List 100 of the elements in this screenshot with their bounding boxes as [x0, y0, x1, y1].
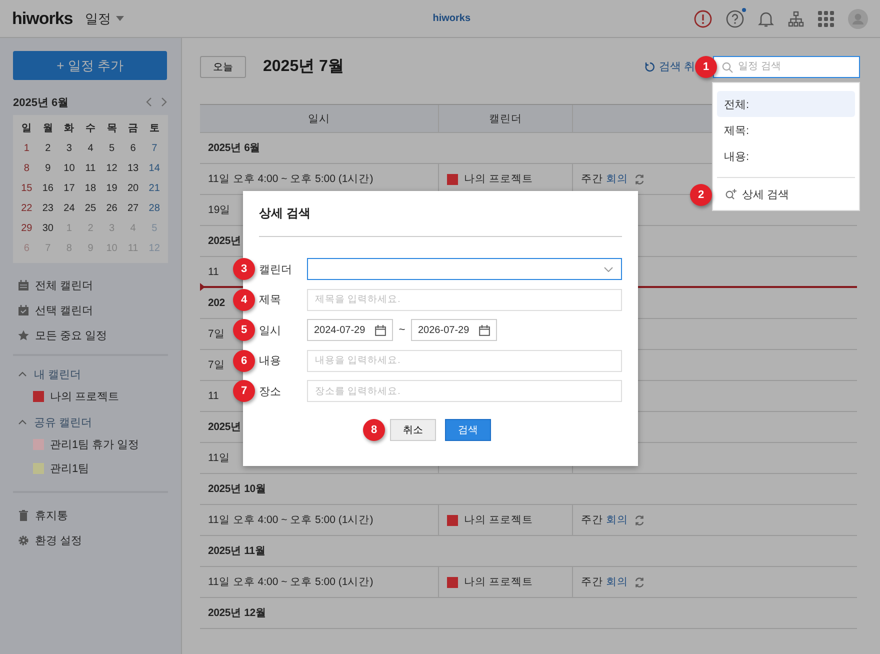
calendar-name: 나의 프로젝트 — [464, 575, 533, 589]
text-input[interactable]: 내용을 입력하세요. — [307, 350, 622, 372]
calendar-day[interactable]: 17 — [58, 179, 80, 199]
calendar-day[interactable]: 2 — [37, 139, 59, 159]
calendar-day[interactable]: 11 — [80, 159, 102, 179]
calendar-item[interactable]: 나의 프로젝트 — [13, 384, 168, 408]
calendar-day[interactable]: 24 — [58, 199, 80, 219]
calendar-day[interactable]: 21 — [144, 179, 165, 199]
calendar-day[interactable]: 7 — [144, 139, 165, 159]
calendar-check-icon — [18, 305, 29, 316]
help-icon[interactable] — [726, 10, 744, 28]
step-badge: 7 — [233, 380, 255, 402]
section-title: 공유 캘린더 — [34, 416, 92, 430]
field-label: 장소 — [259, 384, 282, 398]
calendar-day[interactable]: 16 — [37, 179, 59, 199]
event-title[interactable]: 주간 회의 — [581, 172, 628, 186]
section-header[interactable]: 내 캘린더 — [13, 364, 168, 384]
weekday-label: 일 — [20, 122, 33, 136]
calendar-day[interactable]: 22 — [16, 199, 38, 219]
calendar-day[interactable]: 23 — [37, 199, 59, 219]
calendar-day[interactable]: 5 — [101, 139, 122, 159]
logo[interactable]: hiworks — [12, 8, 73, 28]
calendar-day[interactable]: 27 — [122, 199, 144, 219]
sidebar-item[interactable]: 모든 중요 일정 — [13, 327, 168, 344]
trash-icon — [18, 510, 29, 521]
event-title[interactable]: 주간 회의 — [581, 513, 628, 527]
step-badge: 2 — [690, 184, 712, 206]
sidebar-item-label: 휴지통 — [35, 509, 68, 523]
calendar-day[interactable]: 19 — [101, 179, 122, 199]
step-badge: 6 — [233, 350, 255, 372]
step-badge: 1 — [695, 56, 717, 78]
refresh-icon — [644, 62, 655, 72]
calendar-icon — [375, 324, 386, 336]
calendar-day[interactable]: 8 — [16, 159, 38, 179]
search-button[interactable]: 검색 — [445, 419, 491, 441]
app-menu[interactable]: 일정 — [82, 10, 126, 28]
field-label: 캘린더 — [259, 262, 293, 276]
sidebar-item[interactable]: 환경 설정 — [13, 532, 168, 549]
month-group-label: 2025년 — [208, 420, 242, 434]
org-chart-icon[interactable] — [788, 10, 804, 26]
weekday-label: 수 — [84, 122, 96, 136]
table-cell: 11일 오후 4:00 ~ 오후 5:00 (1시간) — [200, 505, 439, 535]
calendar-name: 관리1팀 — [50, 462, 90, 476]
month-group-label: 2025년 6월 — [208, 141, 261, 155]
calendar-day[interactable]: 10 — [58, 159, 80, 179]
search-option[interactable]: 제목: — [717, 117, 855, 143]
calendar-day[interactable]: 3 — [58, 139, 80, 159]
calendar-day[interactable]: 30 — [37, 219, 59, 239]
sidebar-item[interactable]: 휴지통 — [13, 507, 168, 524]
today-button[interactable]: 오늘 — [200, 56, 246, 78]
section-title: 내 캘린더 — [34, 368, 82, 382]
sidebar-item[interactable]: 전체 캘린더 — [13, 277, 168, 294]
mini-calendar-title: 2025년 6월 — [13, 96, 69, 110]
sidebar-item[interactable]: 선택 캘린더 — [13, 302, 168, 319]
cancel-button[interactable]: 취소 — [390, 419, 436, 441]
star-icon — [18, 330, 29, 341]
event-title[interactable]: 주간 회의 — [581, 575, 628, 589]
search-field[interactable]: 일정 검색 — [713, 56, 860, 78]
text-input[interactable]: 제목을 입력하세요. — [307, 288, 622, 310]
text-input[interactable]: 장소를 입력하세요. — [307, 380, 622, 402]
month-group-label: 202 — [208, 297, 225, 309]
chevron-down-icon — [604, 266, 613, 272]
step-badge: 8 — [363, 419, 385, 441]
calendar-day[interactable]: 25 — [80, 199, 102, 219]
field-label: 내용 — [259, 354, 282, 368]
range-separator: ~ — [398, 324, 406, 336]
calendar-day[interactable]: 18 — [80, 179, 102, 199]
calendar-day[interactable]: 1 — [16, 139, 38, 159]
weekday-label: 금 — [127, 122, 140, 136]
calendar-day[interactable]: 6 — [122, 139, 144, 159]
section-header[interactable]: 공유 캘린더 — [13, 412, 168, 432]
calendar-day[interactable]: 20 — [122, 179, 144, 199]
bell-icon[interactable] — [758, 10, 774, 28]
search-option[interactable]: 전체: — [717, 91, 855, 117]
calendar-day[interactable]: 13 — [122, 159, 144, 179]
calendar-item[interactable]: 관리1팀 — [13, 456, 168, 480]
alert-icon[interactable] — [694, 10, 712, 28]
cancel-search-link[interactable]: 검색 취 — [644, 59, 695, 74]
calendar-day[interactable]: 26 — [101, 199, 122, 219]
calendar-day[interactable]: 15 — [16, 179, 38, 199]
calendar-day[interactable]: 28 — [144, 199, 165, 219]
calendar-select[interactable] — [307, 258, 622, 280]
date-field[interactable]: 2024-07-29 — [307, 319, 393, 341]
calendar-day[interactable]: 12 — [101, 159, 122, 179]
date-field[interactable]: 2026-07-29 — [411, 319, 497, 341]
calendar-item[interactable]: 관리1팀 휴가 일정 — [13, 432, 168, 456]
dialog-title: 상세 검색 — [259, 205, 312, 222]
advanced-search-link[interactable]: 상세 검색 — [717, 182, 798, 207]
calendar-day[interactable]: 4 — [80, 139, 102, 159]
calendar-day[interactable]: 14 — [144, 159, 165, 179]
calendar-day[interactable]: 29 — [16, 219, 38, 239]
month-group-label: 2025년 12월 — [208, 606, 266, 620]
caret-icon — [116, 16, 124, 21]
calendar-day[interactable]: 9 — [37, 159, 59, 179]
previous-icon[interactable] — [145, 97, 152, 107]
apps-grid-icon[interactable] — [818, 10, 834, 26]
search-option[interactable]: 내용: — [717, 143, 855, 169]
calendar-icon — [479, 324, 490, 336]
step-badge: 5 — [233, 319, 255, 341]
next-icon[interactable] — [161, 97, 168, 107]
